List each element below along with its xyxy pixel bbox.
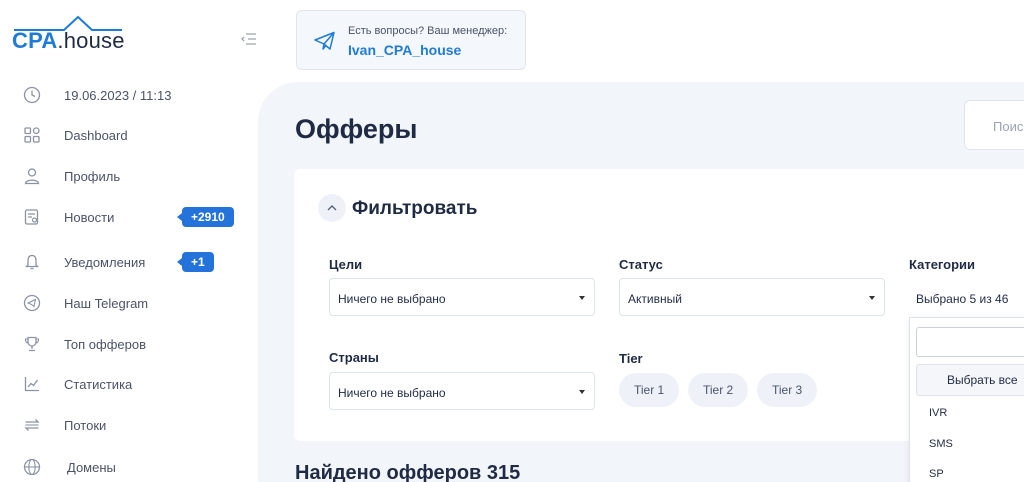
logo-text: CPA.house	[12, 28, 125, 53]
manager-question: Есть вопросы? Ваш менеджер:	[348, 25, 508, 37]
status-select[interactable]: Активный	[619, 278, 885, 316]
globe-icon	[23, 458, 41, 476]
notifications-badge: +1	[177, 252, 214, 272]
sidebar-item-label: Уведомления	[64, 254, 146, 270]
categories-search-input[interactable]	[916, 327, 1024, 357]
sidebar-item-label: Новости	[64, 209, 115, 225]
bell-icon	[24, 254, 40, 270]
sidebar-item-telegram[interactable]: Наш Telegram	[0, 288, 250, 318]
manager-name-link[interactable]: Ivan_CPA_house	[348, 42, 461, 58]
goals-select-value: Ничего не выбрано	[338, 292, 446, 306]
goals-label: Цели	[329, 257, 363, 272]
filter-toggle-button[interactable]	[318, 194, 346, 222]
sidebar-item-flows[interactable]: Потоки	[0, 410, 250, 440]
category-option-sms[interactable]: SMS	[929, 438, 953, 450]
status-label: Статус	[619, 257, 663, 272]
clock-icon	[23, 86, 41, 104]
chart-icon	[24, 377, 39, 392]
user-icon	[24, 168, 40, 185]
sidebar-item-label: Статистика	[64, 376, 133, 392]
tier-3-button[interactable]: Tier 3	[757, 373, 818, 407]
caret-down-icon	[579, 390, 585, 394]
sidebar-item-label: Dashboard	[64, 127, 128, 143]
page-title: Офферы	[295, 114, 418, 144]
dashboard-icon	[24, 127, 40, 143]
news-badge: +2910	[177, 207, 234, 227]
countries-select-value: Ничего не выбрано	[338, 386, 446, 400]
flows-icon	[24, 419, 40, 431]
caret-down-icon	[869, 296, 875, 300]
sidebar-item-label: 19.06.2023 / 11:13	[64, 87, 172, 103]
select-all-button[interactable]: Выбрать все	[916, 364, 1024, 396]
categories-label: Категории	[909, 257, 976, 272]
category-option-ivr[interactable]: IVR	[929, 407, 947, 419]
countries-label: Страны	[329, 350, 379, 365]
search-placeholder: Поис	[993, 119, 1024, 134]
chevron-up-icon	[327, 205, 337, 211]
categories-select-value[interactable]: Выбрано 5 из 46	[916, 292, 1008, 306]
sidebar-item-label: Наш Telegram	[64, 295, 149, 311]
tier-1-button[interactable]: Tier 1	[619, 373, 680, 407]
goals-select[interactable]: Ничего не выбрано	[329, 278, 595, 316]
telegram-plane-icon	[314, 31, 335, 50]
status-select-value: Активный	[628, 292, 682, 306]
countries-select[interactable]: Ничего не выбрано	[329, 372, 595, 410]
sidebar-item-label: Домены	[67, 459, 116, 475]
sidebar-item-statistics[interactable]: Статистика	[0, 369, 250, 399]
telegram-icon	[23, 294, 41, 312]
sidebar-item-label: Потоки	[64, 417, 107, 433]
sidebar-item-dashboard[interactable]: Dashboard	[0, 120, 250, 150]
sidebar-item-profile[interactable]: Профиль	[0, 161, 250, 191]
caret-down-icon	[579, 296, 585, 300]
trophy-icon	[24, 336, 40, 352]
sidebar-item-datetime: 19.06.2023 / 11:13	[0, 80, 250, 110]
manager-contact-box[interactable]: Есть вопросы? Ваш менеджер: Ivan_CPA_hou…	[296, 10, 526, 70]
sidebar-item-top-offers[interactable]: Топ офферов	[0, 329, 250, 359]
news-icon	[24, 209, 39, 225]
search-input[interactable]: Поис	[964, 100, 1024, 150]
filter-title: Фильтровать	[352, 198, 478, 219]
category-option-sp[interactable]: SP	[929, 468, 944, 480]
offers-found-count: Найдено офферов 315	[295, 462, 521, 482]
sidebar-item-domains[interactable]: Домены	[0, 452, 250, 482]
sidebar-item-label: Профиль	[64, 168, 121, 184]
categories-dropdown: Выбрать все IVR SMS SP	[909, 317, 1024, 482]
tier-label: Tier	[619, 351, 643, 366]
tier-2-button[interactable]: Tier 2	[688, 373, 749, 407]
sidebar-item-label: Топ офферов	[64, 336, 147, 352]
sidebar-collapse-icon[interactable]	[240, 30, 258, 48]
sidebar-item-notifications[interactable]: Уведомления +1	[0, 247, 250, 277]
sidebar-item-news[interactable]: Новости +2910	[0, 202, 250, 232]
